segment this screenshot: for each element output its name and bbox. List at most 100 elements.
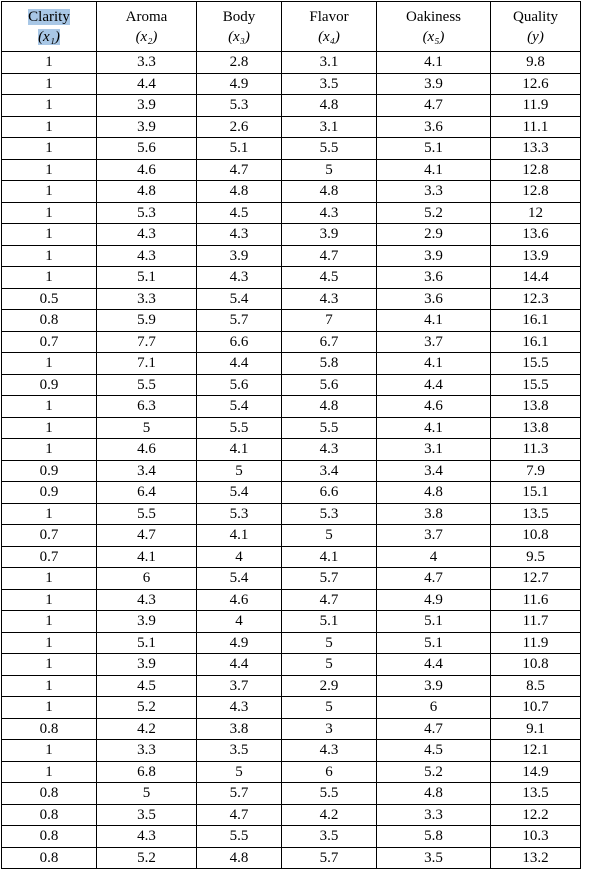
cell-aroma: 4.3 (96, 588, 197, 611)
cell-clarity: 1 (1, 653, 97, 676)
cell-oakiness: 3.9 (376, 244, 491, 267)
table-row: 1 3.9 2.6 3.1 3.6 11.1 (1, 115, 581, 138)
cell-body: 5.7 (196, 782, 282, 805)
cell-oakiness: 5.1 (376, 631, 491, 654)
cell-quality: 11.9 (490, 631, 581, 654)
column-symbol: (x₄) (318, 28, 340, 45)
table-row: 1 6.3 5.4 4.8 4.6 13.8 (1, 395, 581, 418)
cell-oakiness: 3.5 (376, 846, 491, 869)
column-header-oakiness: Oakiness (x₅) (376, 1, 491, 52)
cell-aroma: 5.5 (96, 502, 197, 525)
cell-flavor: 5 (281, 524, 377, 547)
cell-clarity: 0.8 (1, 846, 97, 869)
cell-aroma: 4.8 (96, 180, 197, 203)
table-row: 0.7 4.1 4 4.1 4 9.5 (1, 545, 581, 568)
cell-clarity: 1 (1, 223, 97, 246)
cell-clarity: 1 (1, 137, 97, 160)
table-row: 0.9 3.4 5 3.4 3.4 7.9 (1, 459, 581, 482)
cell-oakiness: 3.3 (376, 180, 491, 203)
table-row: 1 3.3 2.8 3.1 4.1 9.8 (1, 51, 581, 74)
cell-body: 5.3 (196, 94, 282, 117)
cell-oakiness: 4.8 (376, 481, 491, 504)
table-row: 1 5.1 4.3 4.5 3.6 14.4 (1, 266, 581, 289)
cell-oakiness: 5.1 (376, 610, 491, 633)
column-header-quality: Quality (y) (490, 1, 581, 52)
cell-oakiness: 4.5 (376, 739, 491, 762)
cell-quality: 13.3 (490, 137, 581, 160)
column-name: Clarity (28, 8, 70, 25)
column-header-clarity: Clarity (x₁) (1, 1, 97, 52)
cell-aroma: 7.1 (96, 352, 197, 375)
cell-clarity: 0.9 (1, 373, 97, 396)
cell-flavor: 5.3 (281, 502, 377, 525)
cell-flavor: 4.8 (281, 395, 377, 418)
cell-flavor: 6 (281, 760, 377, 783)
cell-aroma: 5.3 (96, 201, 197, 224)
cell-aroma: 5.5 (96, 373, 197, 396)
cell-aroma: 7.7 (96, 330, 197, 353)
table-row: 1 5.1 4.9 5 5.1 11.9 (1, 631, 581, 654)
cell-body: 5.4 (196, 481, 282, 504)
cell-quality: 11.3 (490, 438, 581, 461)
table-row: 0.8 5.2 4.8 5.7 3.5 13.2 (1, 846, 581, 869)
cell-clarity: 1 (1, 416, 97, 439)
table-row: 1 4.3 3.9 4.7 3.9 13.9 (1, 244, 581, 267)
cell-oakiness: 4.9 (376, 588, 491, 611)
cell-flavor: 4.7 (281, 244, 377, 267)
cell-clarity: 1 (1, 51, 97, 74)
cell-quality: 10.7 (490, 696, 581, 719)
table-row: 1 5.6 5.1 5.5 5.1 13.3 (1, 137, 581, 160)
cell-quality: 9.5 (490, 545, 581, 568)
cell-aroma: 4.1 (96, 545, 197, 568)
cell-quality: 12.6 (490, 72, 581, 95)
cell-quality: 12.2 (490, 803, 581, 826)
cell-clarity: 1 (1, 739, 97, 762)
cell-clarity: 0.8 (1, 825, 97, 848)
cell-quality: 11.6 (490, 588, 581, 611)
cell-body: 5 (196, 760, 282, 783)
table-row: 1 3.9 5.3 4.8 4.7 11.9 (1, 94, 581, 117)
table-row: 1 7.1 4.4 5.8 4.1 15.5 (1, 352, 581, 375)
cell-oakiness: 4.1 (376, 51, 491, 74)
table-row: 1 4.3 4.3 3.9 2.9 13.6 (1, 223, 581, 246)
column-symbol: (x₂) (135, 28, 158, 45)
cell-body: 5.3 (196, 502, 282, 525)
cell-aroma: 5.6 (96, 137, 197, 160)
cell-body: 4.1 (196, 524, 282, 547)
table-row: 1 3.9 4 5.1 5.1 11.7 (1, 610, 581, 633)
cell-quality: 13.8 (490, 416, 581, 439)
cell-quality: 11.9 (490, 94, 581, 117)
cell-aroma: 3.9 (96, 653, 197, 676)
cell-clarity: 1 (1, 438, 97, 461)
cell-flavor: 3.1 (281, 51, 377, 74)
cell-oakiness: 3.9 (376, 72, 491, 95)
cell-clarity: 0.8 (1, 717, 97, 740)
cell-oakiness: 3.7 (376, 330, 491, 353)
cell-flavor: 4.7 (281, 588, 377, 611)
cell-body: 4.3 (196, 266, 282, 289)
table-row: 0.7 7.7 6.6 6.7 3.7 16.1 (1, 330, 581, 353)
column-symbol: (x₃) (228, 28, 250, 45)
cell-aroma: 3.3 (96, 51, 197, 74)
table-row: 1 3.3 3.5 4.3 4.5 12.1 (1, 739, 581, 762)
cell-body: 4.8 (196, 180, 282, 203)
cell-clarity: 1 (1, 244, 97, 267)
cell-oakiness: 6 (376, 696, 491, 719)
cell-aroma: 4.3 (96, 244, 197, 267)
cell-quality: 9.8 (490, 51, 581, 74)
cell-quality: 13.9 (490, 244, 581, 267)
cell-body: 3.8 (196, 717, 282, 740)
cell-flavor: 5.7 (281, 567, 377, 590)
cell-clarity: 1 (1, 588, 97, 611)
table-row: 0.8 4.3 5.5 3.5 5.8 10.3 (1, 825, 581, 848)
cell-quality: 16.1 (490, 309, 581, 332)
table-row: 1 4.5 3.7 2.9 3.9 8.5 (1, 674, 581, 697)
cell-quality: 14.9 (490, 760, 581, 783)
cell-oakiness: 3.8 (376, 502, 491, 525)
cell-flavor: 4.1 (281, 545, 377, 568)
cell-body: 3.9 (196, 244, 282, 267)
cell-body: 4.1 (196, 438, 282, 461)
cell-clarity: 0.8 (1, 782, 97, 805)
table-row: 0.7 4.7 4.1 5 3.7 10.8 (1, 524, 581, 547)
cell-quality: 13.6 (490, 223, 581, 246)
